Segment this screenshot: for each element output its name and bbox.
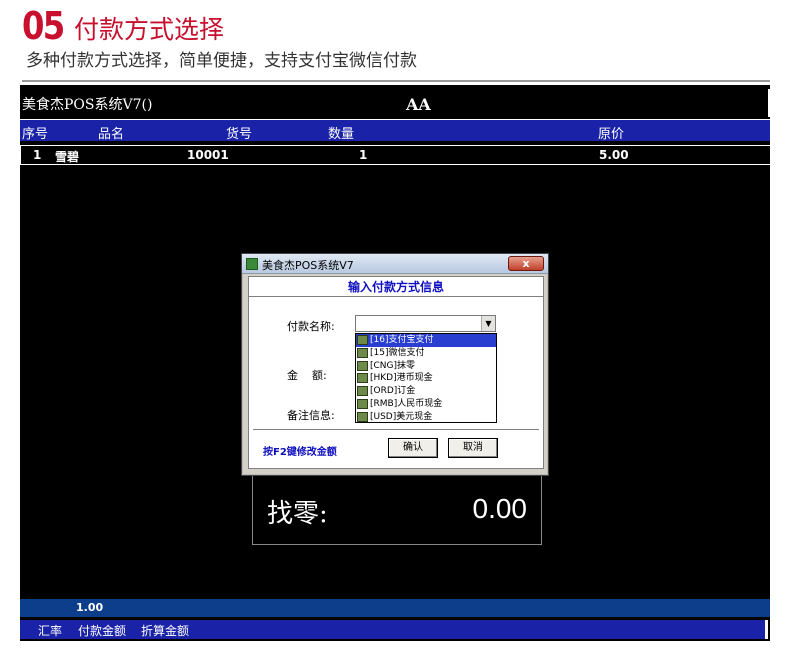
close-button[interactable]: x — [508, 256, 544, 271]
column-index: 序号 — [22, 127, 49, 142]
payment-option[interactable]: [USD]美元现金 — [356, 411, 496, 424]
row-code: 10001 — [187, 148, 229, 162]
chevron-down-icon[interactable]: ▼ — [481, 316, 495, 331]
change-label: 找零: — [267, 499, 328, 529]
column-code: 货号 — [226, 127, 253, 142]
deposit-icon — [357, 386, 368, 397]
change-value: 0.00 — [472, 493, 528, 524]
payment-option[interactable]: [16]支付宝支付 — [356, 334, 496, 347]
payment-method-select[interactable]: ▼ — [355, 315, 496, 332]
column-price: 原价 — [598, 127, 625, 142]
row-price: 5.00 — [599, 148, 629, 162]
payment-name-label: 付款名称: — [287, 320, 335, 333]
row-index: 1 — [33, 148, 42, 162]
change-panel: 找零: 0.00 — [252, 475, 542, 545]
row-name: 雪碧 — [55, 150, 80, 164]
footer-bar: 汇率 付款金额 折算金额 — [20, 620, 765, 639]
wechat-icon — [357, 347, 368, 358]
amount-label: 金 额: — [287, 369, 327, 382]
remark-label: 备注信息: — [287, 409, 335, 422]
rate-value: 1.00 — [76, 601, 104, 614]
dialog-heading: 输入付款方式信息 — [249, 277, 543, 297]
payment-option[interactable]: [RMB]人民币现金 — [356, 398, 496, 411]
app-title: 美食杰POS系统V7() — [22, 97, 153, 113]
app-icon — [246, 258, 258, 270]
payment-option[interactable]: [HKD]港币现金 — [356, 372, 496, 385]
section-title: 付款方式选择 — [74, 15, 225, 44]
footer-rate-label: 汇率 — [38, 624, 63, 638]
payment-dialog: 美食杰POS系统V7 x 输入付款方式信息 付款名称: ▼ [16]支付宝支付 … — [241, 253, 549, 476]
payment-method-list: [16]支付宝支付 [15]微信支付 [CNG]抹零 [HKD]港币现金 [OR… — [355, 333, 497, 423]
user-name: AA — [406, 95, 431, 114]
rmb-cash-icon — [357, 398, 368, 409]
dialog-body: 输入付款方式信息 付款名称: ▼ [16]支付宝支付 [15]微信支付 [CNG… — [248, 276, 544, 469]
f2-hint: 按F2键修改金额 — [263, 447, 337, 458]
cancel-button[interactable]: 取消 — [448, 438, 498, 458]
footer-converted-label: 折算金额 — [141, 624, 190, 638]
hkd-cash-icon — [357, 373, 368, 384]
row-quantity: 1 — [359, 148, 368, 162]
rate-bar: 1.00 — [20, 599, 770, 617]
table-header: 序号 品名 货号 数量 原价 — [20, 119, 770, 142]
promo-banner: 05 付款方式选择 多种付款方式选择，简单便捷，支持支付宝微信付款 — [0, 0, 790, 90]
payment-option[interactable]: [CNG]抹零 — [356, 360, 496, 373]
column-name: 品名 — [98, 127, 125, 142]
footer-paid-label: 付款金额 — [78, 624, 127, 638]
titlebar-edge — [768, 89, 770, 117]
dialog-titlebar: 美食杰POS系统V7 x — [242, 254, 548, 274]
payment-option[interactable]: [15]微信支付 — [356, 347, 496, 360]
section-number: 05 — [22, 4, 65, 48]
divider — [22, 80, 770, 82]
confirm-button[interactable]: 确认 — [388, 438, 438, 458]
pos-titlebar: 美食杰POS系统V7() AA — [20, 89, 770, 117]
table-row[interactable]: 1 雪碧 10001 1 5.00 — [20, 145, 770, 165]
alipay-icon — [357, 335, 368, 345]
section-subtitle: 多种付款方式选择，简单便捷，支持支付宝微信付款 — [26, 51, 417, 71]
usd-cash-icon — [357, 411, 368, 422]
footer-edge — [765, 620, 768, 639]
round-off-icon — [357, 360, 368, 371]
dialog-title: 美食杰POS系统V7 — [262, 259, 354, 272]
column-quantity: 数量 — [328, 127, 355, 142]
dialog-divider — [253, 429, 539, 430]
payment-option[interactable]: [ORD]订金 — [356, 385, 496, 398]
